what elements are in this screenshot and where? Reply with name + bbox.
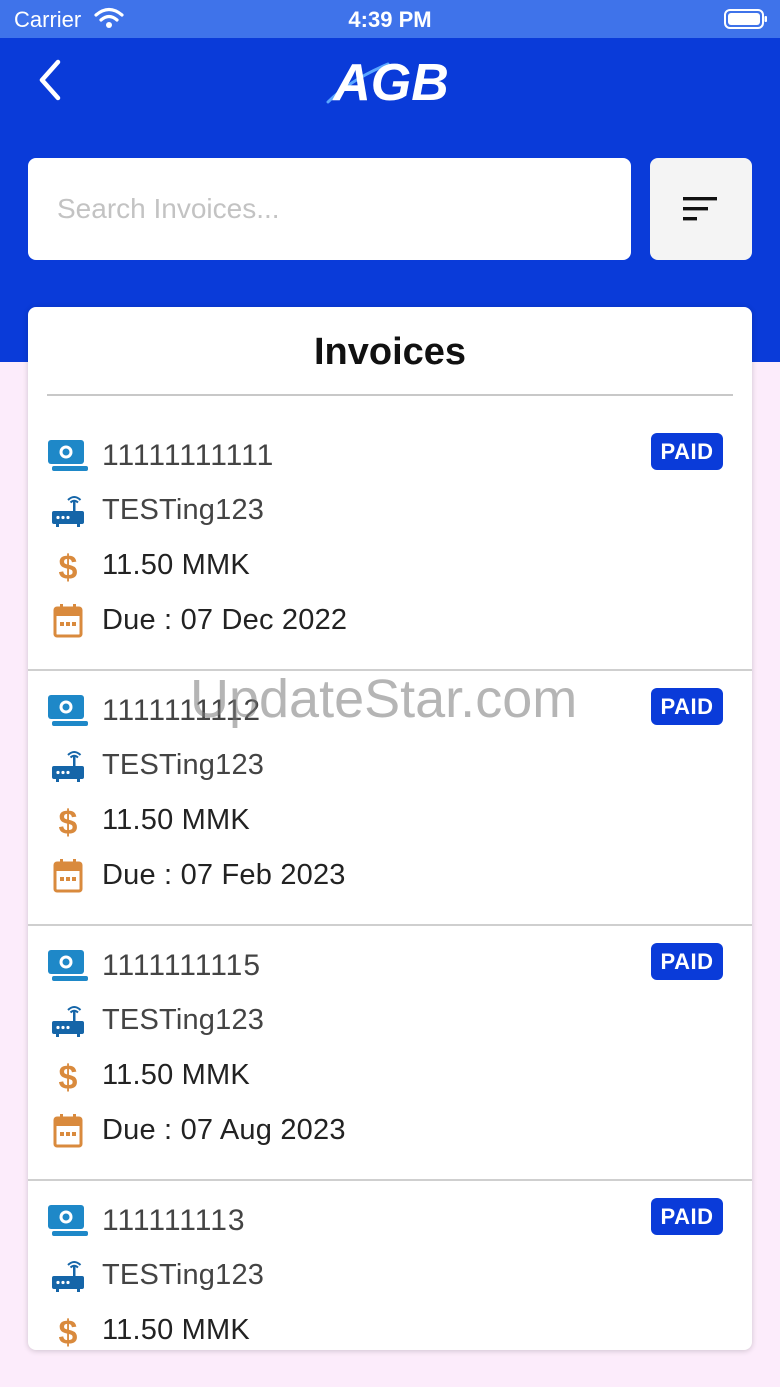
network-name-row: TESTing123 xyxy=(28,1256,628,1296)
status-time: 4:39 PM xyxy=(348,7,432,32)
invoices-card: Invoices 11111111111 TESTing123 $11.50 MMK… xyxy=(28,307,752,1350)
receipt-icon xyxy=(46,693,90,729)
due-date-row: Due : 07 Aug 2023 xyxy=(28,1111,628,1151)
agb-logo: AGB xyxy=(326,54,449,110)
status-badge: PAID xyxy=(651,943,723,980)
invoice-item[interactable]: 1111111115 TESTing123 $11.50 MMK Due : 07 A… xyxy=(28,927,752,1181)
card-title: Invoices xyxy=(313,331,467,373)
invoice-separator xyxy=(28,1179,752,1181)
network-name-row: TESTing123 xyxy=(28,491,628,531)
network-name: TESTing123 xyxy=(102,749,265,781)
invoice-number-row: 111111113 xyxy=(28,1201,628,1241)
calendar-icon xyxy=(46,603,90,639)
invoice-amount: 11.50 MMK xyxy=(102,549,250,581)
battery-icon xyxy=(724,9,767,29)
due-date-row: Due : 07 Dec 2022 xyxy=(28,601,628,641)
dollar-icon: $ xyxy=(46,803,90,842)
invoice-number-row: 1111111115 xyxy=(28,946,628,986)
network-name-row: TESTing123 xyxy=(28,1001,628,1041)
search-input[interactable] xyxy=(28,158,631,260)
invoice-separator xyxy=(28,924,752,926)
due-date: Due : 07 Feb 2023 xyxy=(102,859,346,891)
calendar-icon xyxy=(46,858,90,894)
router-icon xyxy=(46,748,90,784)
invoice-amount: 11.50 MMK xyxy=(102,804,250,836)
back-button[interactable] xyxy=(30,56,74,104)
invoice-number: 11111111111 xyxy=(102,439,275,472)
svg-text:$: $ xyxy=(59,804,78,839)
network-name: TESTing123 xyxy=(102,1259,265,1291)
invoice-number: 111111113 xyxy=(102,1204,246,1237)
receipt-icon xyxy=(46,1203,90,1239)
status-bar: Carrier 4:39 PM xyxy=(0,0,780,38)
invoice-amount: 11.50 MMK xyxy=(102,1059,250,1091)
status-badge: PAID xyxy=(651,688,723,725)
invoice-amount: 11.50 MMK xyxy=(102,1314,250,1346)
logo-text: AGB xyxy=(331,54,449,110)
dollar-icon: $ xyxy=(46,1058,90,1097)
dollar-icon: $ xyxy=(46,548,90,587)
due-date: Due : 07 Dec 2022 xyxy=(102,604,348,636)
invoice-number: 1111111112 xyxy=(102,694,262,727)
network-name-row: TESTing123 xyxy=(28,746,628,786)
receipt-icon xyxy=(46,438,90,474)
svg-text:$: $ xyxy=(59,1059,78,1094)
due-date: Due : 07 Aug 2023 xyxy=(102,1114,346,1146)
network-name: TESTing123 xyxy=(102,494,265,526)
due-date-row: Due : 07 Feb 2023 xyxy=(28,856,628,896)
invoice-amount-row: $11.50 MMK xyxy=(28,801,628,842)
router-icon xyxy=(46,493,90,529)
router-icon xyxy=(46,1258,90,1294)
invoice-item[interactable]: 1111111112 TESTing123 $11.50 MMK Due : 07 F… xyxy=(28,672,752,926)
search-box[interactable] xyxy=(28,158,631,260)
title-divider xyxy=(47,394,733,396)
calendar-icon xyxy=(46,1113,90,1149)
receipt-icon xyxy=(46,948,90,984)
status-badge: PAID xyxy=(651,1198,723,1235)
svg-text:$: $ xyxy=(59,549,78,584)
invoice-amount-row: $11.50 MMK xyxy=(28,1056,628,1097)
router-icon xyxy=(46,1003,90,1039)
filter-button[interactable] xyxy=(650,158,752,260)
sort-filter-icon xyxy=(683,197,717,221)
chevron-left-icon xyxy=(39,59,61,101)
invoice-amount-row: $11.50 MMK xyxy=(28,546,628,587)
invoice-number-row: 11111111111 xyxy=(28,436,628,476)
invoice-item[interactable]: 111111113 TESTing123 $11.50 MMK PAID xyxy=(28,1182,752,1350)
invoice-item[interactable]: 11111111111 TESTing123 $11.50 MMK Due : 07 … xyxy=(28,417,752,671)
invoice-separator xyxy=(28,669,752,671)
dollar-icon: $ xyxy=(46,1313,90,1350)
svg-text:$: $ xyxy=(59,1314,78,1349)
network-name: TESTing123 xyxy=(102,1004,265,1036)
status-badge: PAID xyxy=(651,433,723,470)
invoice-amount-row: $11.50 MMK xyxy=(28,1311,628,1350)
invoice-number-row: 1111111112 xyxy=(28,691,628,731)
invoice-number: 1111111115 xyxy=(102,949,262,982)
